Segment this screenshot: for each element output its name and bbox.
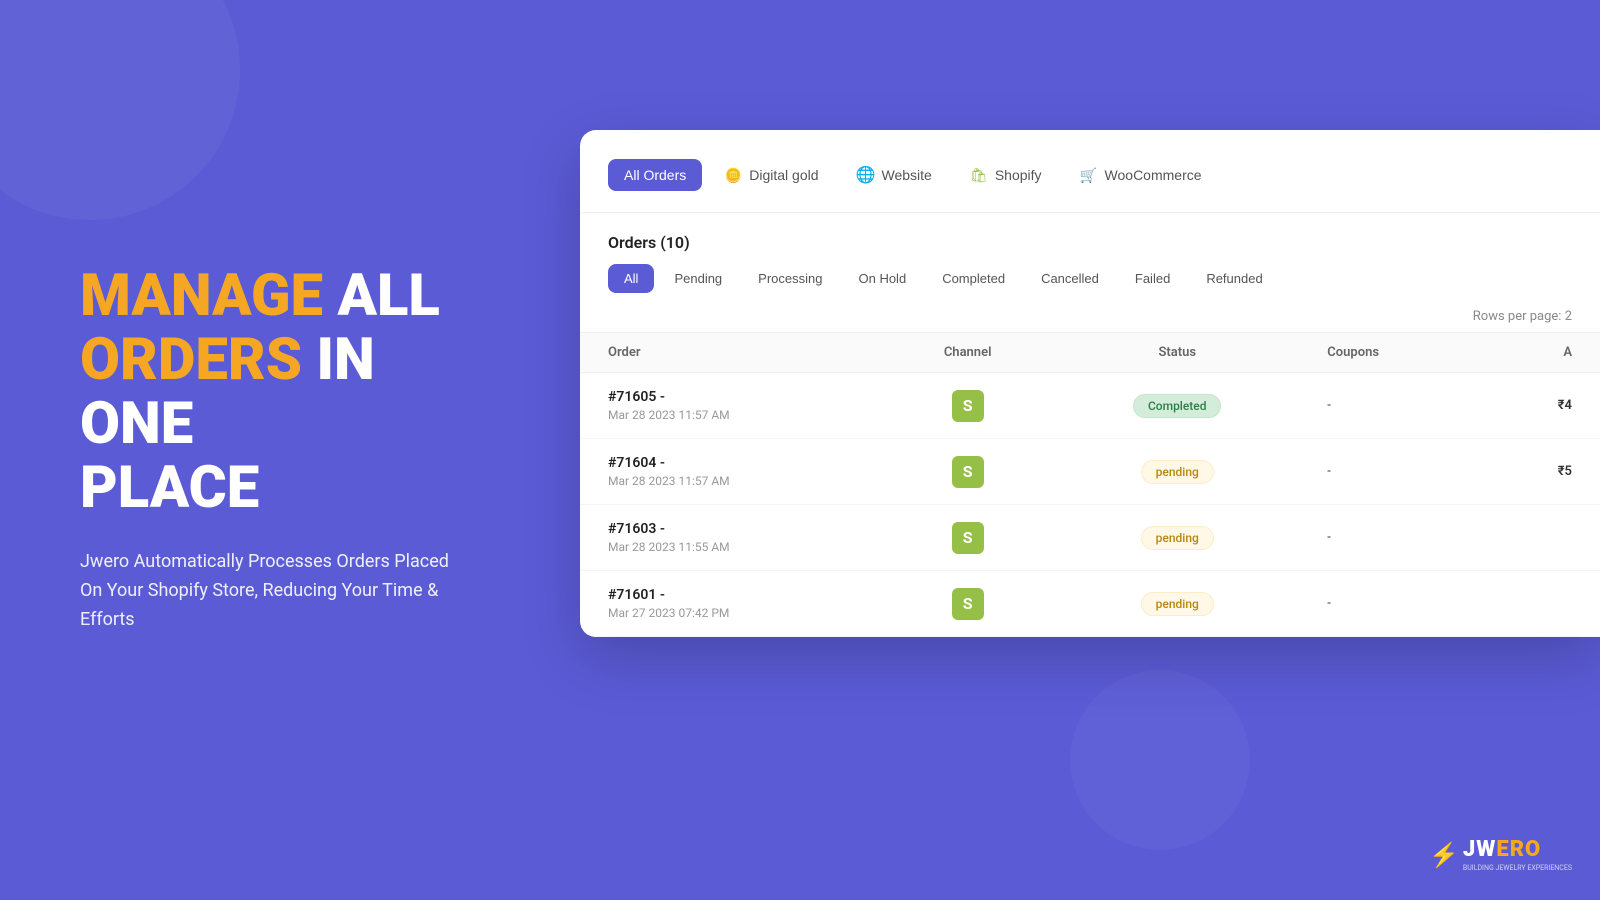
orders-title: Orders (10) xyxy=(608,233,690,252)
tab-all-orders[interactable]: All Orders xyxy=(608,159,702,191)
col-header-order: Order xyxy=(580,333,880,373)
table-row[interactable]: #71603 - Mar 28 2023 11:55 AM Spending - xyxy=(580,505,1600,571)
order-date: Mar 27 2023 07:42 PM xyxy=(608,606,852,620)
jwero-tagline: BUILDING JEWELRY EXPERIENCES xyxy=(1463,864,1572,872)
coupons-cell: - xyxy=(1299,373,1481,439)
shopify-channel-icon: S xyxy=(952,588,984,620)
table-row[interactable]: #71605 - Mar 28 2023 11:57 AM S Completed -₹… xyxy=(580,373,1600,439)
amount-cell xyxy=(1481,505,1600,571)
tab-digital-gold[interactable]: 🪙 Digital gold xyxy=(708,158,834,192)
order-cell: #71603 - Mar 28 2023 11:55 AM xyxy=(580,505,880,571)
shopify-channel-icon: S xyxy=(952,390,984,422)
shopify-channel-icon: S xyxy=(952,456,984,488)
tab-shopify-label: Shopify xyxy=(995,167,1042,183)
order-date: Mar 28 2023 11:57 AM xyxy=(608,408,852,422)
orders-card: All Orders 🪙 Digital gold 🌐 Website 🛍 Sh… xyxy=(580,130,1600,637)
status-tab-completed[interactable]: Completed xyxy=(926,264,1021,293)
status-tab-refunded[interactable]: Refunded xyxy=(1190,264,1278,293)
order-date: Mar 28 2023 11:57 AM xyxy=(608,474,852,488)
channel-tabs: All Orders 🪙 Digital gold 🌐 Website 🛍 Sh… xyxy=(580,158,1600,213)
channel-cell: S xyxy=(880,505,1055,571)
order-cell: #71604 - Mar 28 2023 11:57 AM xyxy=(580,439,880,505)
hero-title: MANAGE ALL ORDERS IN ONE PLACE xyxy=(80,265,450,520)
jwero-logo-container: JWERO BUILDING JEWELRY EXPERIENCES xyxy=(1463,837,1572,872)
shopify-icon: 🛍 xyxy=(970,166,988,184)
order-id: #71604 - xyxy=(608,455,852,471)
hero-title-place: PLACE xyxy=(80,454,259,522)
status-badge: pending xyxy=(1141,526,1214,550)
status-badge: pending xyxy=(1141,592,1214,616)
status-tab-all[interactable]: All xyxy=(608,264,654,293)
hero-subtitle: Jwero Automatically Processes Orders Pla… xyxy=(80,548,450,634)
table-row[interactable]: #71601 - Mar 27 2023 07:42 PM Spending - xyxy=(580,571,1600,637)
hero-title-orders: ORDERS xyxy=(80,326,302,394)
tab-all-orders-label: All Orders xyxy=(624,167,686,183)
hero-title-manage: MANAGE xyxy=(80,262,323,330)
jwero-logo-text: JWERO xyxy=(1463,837,1572,862)
rows-per-page-value: 2 xyxy=(1565,309,1572,324)
status-tab-failed[interactable]: Failed xyxy=(1119,264,1186,293)
status-tab-pending[interactable]: Pending xyxy=(658,264,738,293)
status-filter-tabs: All Pending Processing On Hold Completed… xyxy=(580,264,1600,309)
channel-cell: S xyxy=(880,571,1055,637)
tab-website-label: Website xyxy=(882,167,932,183)
tab-shopify[interactable]: 🛍 Shopify xyxy=(954,158,1058,192)
col-header-amount: A xyxy=(1481,333,1600,373)
order-cell: #71605 - Mar 28 2023 11:57 AM xyxy=(580,373,880,439)
website-icon: 🌐 xyxy=(857,166,875,184)
digital-gold-icon: 🪙 xyxy=(724,166,742,184)
order-id: #71605 - xyxy=(608,389,852,405)
jwero-logo-jw: JW xyxy=(1463,837,1497,862)
jwero-logo: ⚡ JWERO BUILDING JEWELRY EXPERIENCES xyxy=(1429,837,1572,872)
order-cell: #71601 - Mar 27 2023 07:42 PM xyxy=(580,571,880,637)
order-id: #71603 - xyxy=(608,521,852,537)
bg-decoration-3 xyxy=(1070,670,1250,850)
woocommerce-icon: 🛒 xyxy=(1080,166,1098,184)
channel-cell: S xyxy=(880,439,1055,505)
status-cell: pending xyxy=(1055,439,1299,505)
tab-website[interactable]: 🌐 Website xyxy=(841,158,948,192)
col-header-status: Status xyxy=(1055,333,1299,373)
tab-woocommerce-label: WooCommerce xyxy=(1105,167,1202,183)
status-cell: pending xyxy=(1055,505,1299,571)
status-badge: Completed xyxy=(1133,394,1222,418)
table-row[interactable]: #71604 - Mar 28 2023 11:57 AM Spending -₹5 xyxy=(580,439,1600,505)
jwero-lightning-icon: ⚡ xyxy=(1429,841,1459,869)
status-badge: pending xyxy=(1141,460,1214,484)
hero-title-all: ALL xyxy=(323,262,440,330)
amount-cell: ₹5 xyxy=(1481,439,1600,505)
coupons-cell: - xyxy=(1299,505,1481,571)
col-header-channel: Channel xyxy=(880,333,1055,373)
order-id: #71601 - xyxy=(608,587,852,603)
coupons-cell: - xyxy=(1299,571,1481,637)
tab-digital-gold-label: Digital gold xyxy=(749,167,818,183)
orders-table: Order Channel Status Coupons A #71605 - M… xyxy=(580,332,1600,637)
rows-per-page-label: Rows per page: xyxy=(1473,309,1562,324)
orders-header: Orders (10) xyxy=(580,213,1600,264)
status-tab-processing[interactable]: Processing xyxy=(742,264,838,293)
amount-cell xyxy=(1481,571,1600,637)
rows-per-page: Rows per page: 2 xyxy=(580,309,1600,332)
shopify-channel-icon: S xyxy=(952,522,984,554)
tab-woocommerce[interactable]: 🛒 WooCommerce xyxy=(1064,158,1218,192)
status-tab-onhold[interactable]: On Hold xyxy=(842,264,922,293)
channel-cell: S xyxy=(880,373,1055,439)
order-date: Mar 28 2023 11:55 AM xyxy=(608,540,852,554)
status-cell: pending xyxy=(1055,571,1299,637)
status-tab-cancelled[interactable]: Cancelled xyxy=(1025,264,1115,293)
hero-section: MANAGE ALL ORDERS IN ONE PLACE Jwero Aut… xyxy=(0,0,530,900)
amount-cell: ₹4 xyxy=(1481,373,1600,439)
jwero-logo-ero: ERO xyxy=(1496,837,1541,862)
coupons-cell: - xyxy=(1299,439,1481,505)
col-header-coupons: Coupons xyxy=(1299,333,1481,373)
status-cell: Completed xyxy=(1055,373,1299,439)
